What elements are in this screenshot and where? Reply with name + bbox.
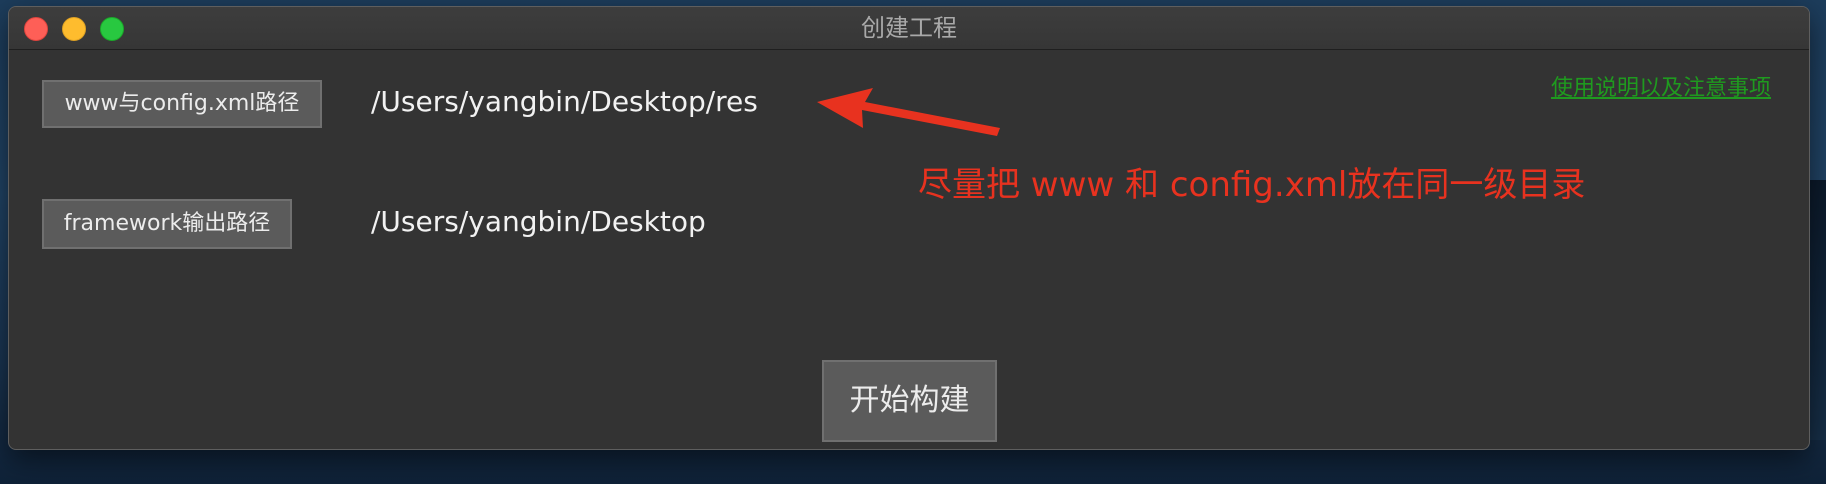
- framework-path-label: /Users/yangbin/Desktop: [371, 205, 706, 238]
- select-framework-output-button[interactable]: framework输出路径: [42, 199, 292, 249]
- help-link[interactable]: 使用说明以及注意事项: [1551, 70, 1771, 102]
- www-path-label: /Users/yangbin/Desktop/res: [371, 85, 758, 118]
- title-bar[interactable]: 创建工程: [9, 7, 1809, 50]
- start-build-button[interactable]: 开始构建: [822, 360, 997, 442]
- annotation-arrow-icon: [817, 88, 1000, 136]
- select-www-path-button[interactable]: www与config.xml路径: [42, 80, 322, 128]
- annotation-note: 尽量把 www 和 config.xml放在同一级目录: [918, 165, 1586, 205]
- app-window: 创建工程 www与config.xml路径 /Users/yangbin/Des…: [8, 6, 1810, 450]
- window-title: 创建工程: [861, 14, 957, 42]
